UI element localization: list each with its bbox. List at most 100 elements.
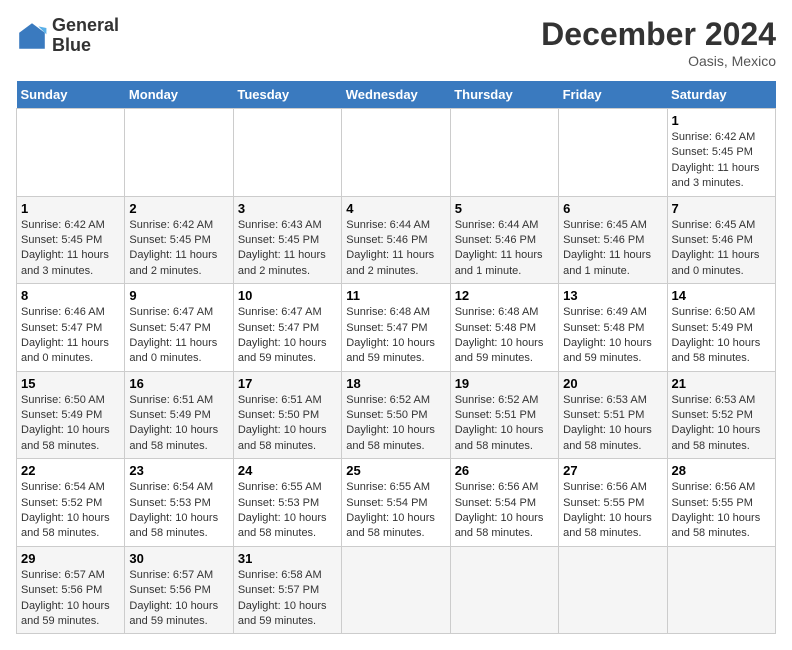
calendar-week-row: 22 Sunrise: 6:54 AMSunset: 5:52 PMDaylig…: [17, 459, 776, 547]
calendar-day-cell: 7 Sunrise: 6:45 AMSunset: 5:46 PMDayligh…: [667, 196, 775, 284]
day-number: 14: [672, 288, 771, 303]
day-info: Sunrise: 6:45 AMSunset: 5:46 PMDaylight:…: [672, 219, 760, 277]
calendar-day-cell: 13 Sunrise: 6:49 AMSunset: 5:48 PMDaylig…: [559, 284, 667, 372]
weekday-header: Sunday: [17, 81, 125, 109]
day-info: Sunrise: 6:56 AMSunset: 5:55 PMDaylight:…: [563, 481, 652, 539]
day-number: 7: [672, 201, 771, 216]
day-info: Sunrise: 6:44 AMSunset: 5:46 PMDaylight:…: [346, 219, 434, 277]
day-info: Sunrise: 6:48 AMSunset: 5:48 PMDaylight:…: [455, 306, 544, 364]
day-info: Sunrise: 6:47 AMSunset: 5:47 PMDaylight:…: [238, 306, 327, 364]
day-info: Sunrise: 6:45 AMSunset: 5:46 PMDaylight:…: [563, 219, 651, 277]
weekday-header: Saturday: [667, 81, 775, 109]
day-number: 8: [21, 288, 120, 303]
month-title: December 2024: [541, 16, 776, 53]
day-info: Sunrise: 6:44 AMSunset: 5:46 PMDaylight:…: [455, 219, 543, 277]
day-number: 19: [455, 376, 554, 391]
day-info: Sunrise: 6:47 AMSunset: 5:47 PMDaylight:…: [129, 306, 217, 364]
calendar-day-cell: 25 Sunrise: 6:55 AMSunset: 5:54 PMDaylig…: [342, 459, 450, 547]
calendar-day-cell: 16 Sunrise: 6:51 AMSunset: 5:49 PMDaylig…: [125, 371, 233, 459]
calendar-day-cell: 26 Sunrise: 6:56 AMSunset: 5:54 PMDaylig…: [450, 459, 558, 547]
calendar-day-cell: 1 Sunrise: 6:42 AMSunset: 5:45 PMDayligh…: [17, 196, 125, 284]
weekday-header-row: SundayMondayTuesdayWednesdayThursdayFrid…: [17, 81, 776, 109]
location: Oasis, Mexico: [541, 53, 776, 69]
day-info: Sunrise: 6:57 AMSunset: 5:56 PMDaylight:…: [21, 569, 110, 627]
calendar-day-cell: [559, 546, 667, 634]
calendar-day-cell: 15 Sunrise: 6:50 AMSunset: 5:49 PMDaylig…: [17, 371, 125, 459]
day-number: 23: [129, 463, 228, 478]
calendar-day-cell: 20 Sunrise: 6:53 AMSunset: 5:51 PMDaylig…: [559, 371, 667, 459]
calendar-day-cell: [125, 109, 233, 197]
day-number: 22: [21, 463, 120, 478]
calendar-day-cell: 11 Sunrise: 6:48 AMSunset: 5:47 PMDaylig…: [342, 284, 450, 372]
calendar-day-cell: 18 Sunrise: 6:52 AMSunset: 5:50 PMDaylig…: [342, 371, 450, 459]
calendar-week-row: 8 Sunrise: 6:46 AMSunset: 5:47 PMDayligh…: [17, 284, 776, 372]
calendar-day-cell: 12 Sunrise: 6:48 AMSunset: 5:48 PMDaylig…: [450, 284, 558, 372]
calendar-day-cell: 14 Sunrise: 6:50 AMSunset: 5:49 PMDaylig…: [667, 284, 775, 372]
day-info: Sunrise: 6:46 AMSunset: 5:47 PMDaylight:…: [21, 306, 109, 364]
day-number: 13: [563, 288, 662, 303]
day-info: Sunrise: 6:48 AMSunset: 5:47 PMDaylight:…: [346, 306, 435, 364]
calendar-day-cell: [342, 109, 450, 197]
day-info: Sunrise: 6:52 AMSunset: 5:51 PMDaylight:…: [455, 394, 544, 452]
day-number: 9: [129, 288, 228, 303]
day-number: 18: [346, 376, 445, 391]
day-number: 10: [238, 288, 337, 303]
day-info: Sunrise: 6:50 AMSunset: 5:49 PMDaylight:…: [672, 306, 761, 364]
day-info: Sunrise: 6:54 AMSunset: 5:53 PMDaylight:…: [129, 481, 218, 539]
day-info: Sunrise: 6:57 AMSunset: 5:56 PMDaylight:…: [129, 569, 218, 627]
day-number: 11: [346, 288, 445, 303]
calendar-day-cell: 3 Sunrise: 6:43 AMSunset: 5:45 PMDayligh…: [233, 196, 341, 284]
calendar-day-cell: 27 Sunrise: 6:56 AMSunset: 5:55 PMDaylig…: [559, 459, 667, 547]
logo-icon: [16, 20, 48, 52]
calendar-day-cell: 6 Sunrise: 6:45 AMSunset: 5:46 PMDayligh…: [559, 196, 667, 284]
page-header: General Blue December 2024 Oasis, Mexico: [16, 16, 776, 69]
calendar-day-cell: [450, 109, 558, 197]
weekday-header: Wednesday: [342, 81, 450, 109]
day-info: Sunrise: 6:51 AMSunset: 5:50 PMDaylight:…: [238, 394, 327, 452]
calendar-day-cell: [667, 546, 775, 634]
calendar-day-cell: 9 Sunrise: 6:47 AMSunset: 5:47 PMDayligh…: [125, 284, 233, 372]
day-number: 3: [238, 201, 337, 216]
calendar-day-cell: 21 Sunrise: 6:53 AMSunset: 5:52 PMDaylig…: [667, 371, 775, 459]
day-info: Sunrise: 6:56 AMSunset: 5:54 PMDaylight:…: [455, 481, 544, 539]
day-info: Sunrise: 6:53 AMSunset: 5:51 PMDaylight:…: [563, 394, 652, 452]
day-number: 1: [21, 201, 120, 216]
calendar-week-row: 1 Sunrise: 6:42 AMSunset: 5:45 PMDayligh…: [17, 109, 776, 197]
calendar-day-cell: [17, 109, 125, 197]
weekday-header: Monday: [125, 81, 233, 109]
calendar-day-cell: 5 Sunrise: 6:44 AMSunset: 5:46 PMDayligh…: [450, 196, 558, 284]
day-info: Sunrise: 6:42 AMSunset: 5:45 PMDaylight:…: [129, 219, 217, 277]
day-number: 2: [129, 201, 228, 216]
calendar-day-cell: [450, 546, 558, 634]
day-info: Sunrise: 6:50 AMSunset: 5:49 PMDaylight:…: [21, 394, 110, 452]
calendar-week-row: 15 Sunrise: 6:50 AMSunset: 5:49 PMDaylig…: [17, 371, 776, 459]
day-number: 16: [129, 376, 228, 391]
day-number: 15: [21, 376, 120, 391]
calendar-day-cell: 30 Sunrise: 6:57 AMSunset: 5:56 PMDaylig…: [125, 546, 233, 634]
calendar-week-row: 29 Sunrise: 6:57 AMSunset: 5:56 PMDaylig…: [17, 546, 776, 634]
calendar-day-cell: 29 Sunrise: 6:57 AMSunset: 5:56 PMDaylig…: [17, 546, 125, 634]
day-info: Sunrise: 6:51 AMSunset: 5:49 PMDaylight:…: [129, 394, 218, 452]
day-number: 6: [563, 201, 662, 216]
calendar-day-cell: 2 Sunrise: 6:42 AMSunset: 5:45 PMDayligh…: [125, 196, 233, 284]
day-info: Sunrise: 6:49 AMSunset: 5:48 PMDaylight:…: [563, 306, 652, 364]
day-number: 27: [563, 463, 662, 478]
calendar-day-cell: 4 Sunrise: 6:44 AMSunset: 5:46 PMDayligh…: [342, 196, 450, 284]
day-number: 30: [129, 551, 228, 566]
day-info: Sunrise: 6:52 AMSunset: 5:50 PMDaylight:…: [346, 394, 435, 452]
calendar-day-cell: 8 Sunrise: 6:46 AMSunset: 5:47 PMDayligh…: [17, 284, 125, 372]
calendar-day-cell: 24 Sunrise: 6:55 AMSunset: 5:53 PMDaylig…: [233, 459, 341, 547]
weekday-header: Tuesday: [233, 81, 341, 109]
day-number: 28: [672, 463, 771, 478]
calendar-day-cell: 19 Sunrise: 6:52 AMSunset: 5:51 PMDaylig…: [450, 371, 558, 459]
calendar-day-cell: 10 Sunrise: 6:47 AMSunset: 5:47 PMDaylig…: [233, 284, 341, 372]
day-number: 4: [346, 201, 445, 216]
weekday-header: Friday: [559, 81, 667, 109]
day-info: Sunrise: 6:56 AMSunset: 5:55 PMDaylight:…: [672, 481, 761, 539]
day-number: 24: [238, 463, 337, 478]
day-number: 5: [455, 201, 554, 216]
calendar-day-cell: [233, 109, 341, 197]
logo: General Blue: [16, 16, 119, 56]
calendar-day-cell: [559, 109, 667, 197]
calendar-day-cell: 28 Sunrise: 6:56 AMSunset: 5:55 PMDaylig…: [667, 459, 775, 547]
